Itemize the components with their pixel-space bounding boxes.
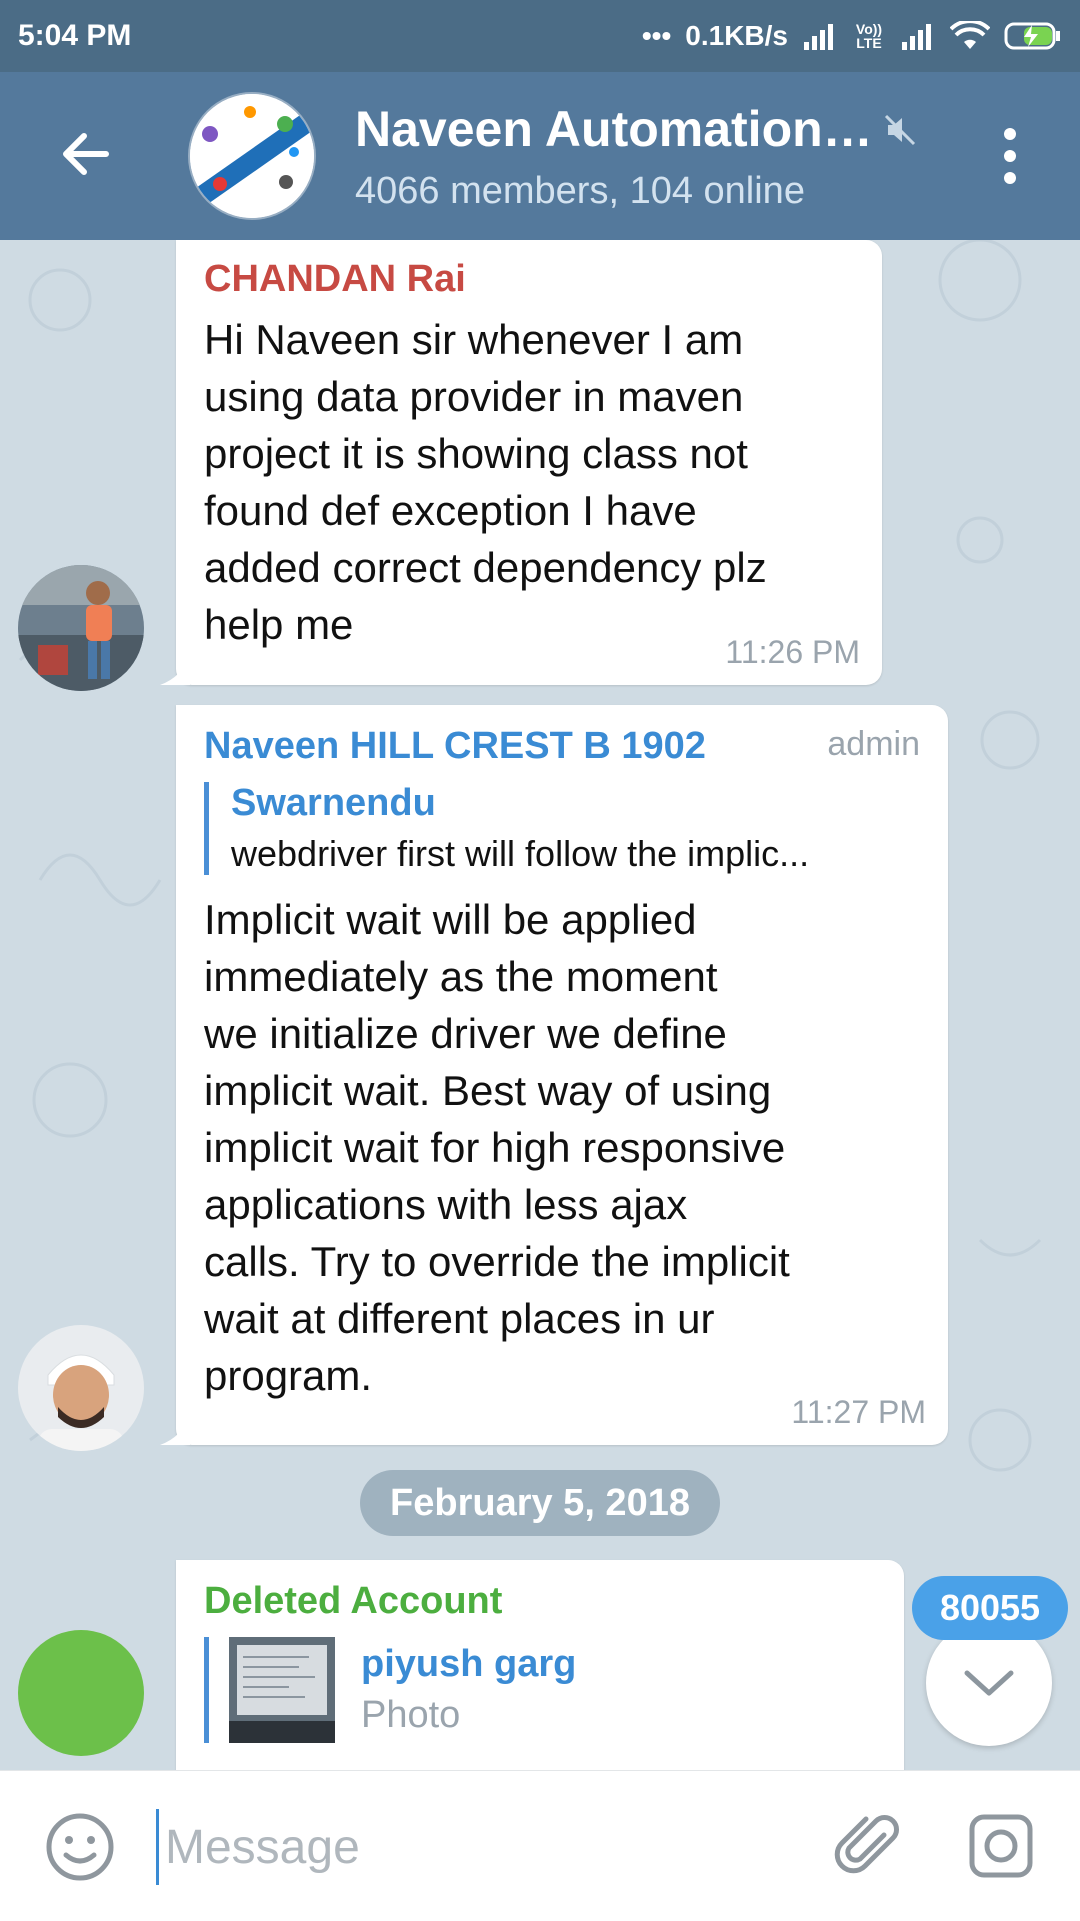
group-avatar[interactable]: [190, 94, 314, 218]
battery-icon: [1004, 21, 1062, 51]
sender-name[interactable]: Naveen HILL CREST B 1902: [204, 725, 706, 768]
reply-sender: Swarnendu: [231, 782, 436, 824]
message-text: Implicit wait will be applied immediatel…: [204, 896, 790, 1399]
avatar-chandan[interactable]: [18, 565, 144, 691]
message-list[interactable]: CHANDAN Rai Hi Naveen sir whenever I am …: [0, 240, 1080, 1770]
avatar-naveen[interactable]: [18, 1325, 144, 1451]
reply-text: webdriver first will follow the implic..…: [231, 833, 810, 874]
message-bubble[interactable]: Deleted Account piyush garg Photo: [176, 1560, 904, 1770]
message-time: 11:27 PM: [791, 1394, 926, 1430]
emoji-icon[interactable]: [44, 1811, 116, 1883]
network-speed: 0.1KB/s: [685, 20, 788, 51]
reply-text: Photo: [361, 1694, 461, 1736]
status-time: 5:04 PM: [18, 19, 132, 52]
sender-name[interactable]: Deleted Account: [204, 1580, 876, 1623]
unread-count-badge[interactable]: 80055: [912, 1576, 1068, 1640]
chevron-down-icon: [964, 1670, 1014, 1696]
mute-icon: [882, 112, 918, 148]
chat-header: Naveen Automation… 4066 members, 104 onl…: [0, 72, 1080, 240]
message-bubble[interactable]: CHANDAN Rai Hi Naveen sir whenever I am …: [160, 240, 882, 685]
group-members-status: 4066 members, 104 online: [355, 170, 805, 212]
message-composer: [0, 1770, 1080, 1921]
back-arrow-icon[interactable]: [56, 124, 116, 184]
avatar-deleted-account[interactable]: [18, 1630, 144, 1756]
date-separator: February 5, 2018: [360, 1470, 720, 1536]
signal-icon-2: [900, 22, 936, 50]
status-dots: •••: [641, 20, 672, 51]
volte-label: Vo)) LTE: [855, 21, 883, 51]
signal-icon: [802, 22, 838, 50]
wifi-icon: [950, 21, 990, 51]
bubble-tail: [160, 655, 190, 685]
more-vert-icon[interactable]: [990, 124, 1030, 188]
message-text: Hi Naveen sir whenever I am using data p…: [204, 316, 767, 648]
reply-preview[interactable]: piyush garg Photo: [204, 1637, 876, 1743]
message-time: 11:26 PM: [725, 634, 860, 670]
admin-label: admin: [827, 725, 920, 763]
status-icons: ••• 0.1KB/s Vo)) LTE: [642, 20, 1062, 52]
message-input[interactable]: [156, 1809, 807, 1885]
message-bubble[interactable]: Naveen HILL CREST B 1902 admin Swarnendu…: [160, 705, 948, 1445]
status-bar: 5:04 PM ••• 0.1KB/s Vo)) LTE: [0, 0, 1080, 72]
photo-thumbnail[interactable]: [229, 1637, 335, 1743]
group-title[interactable]: Naveen Automation…: [355, 100, 875, 158]
camera-icon[interactable]: [966, 1811, 1036, 1881]
reply-preview[interactable]: Swarnendu webdriver first will follow th…: [204, 782, 920, 875]
bubble-tail: [160, 1415, 190, 1445]
sender-name[interactable]: CHANDAN Rai: [204, 258, 854, 301]
reply-sender: piyush garg: [361, 1643, 577, 1685]
attach-icon[interactable]: [832, 1811, 902, 1881]
